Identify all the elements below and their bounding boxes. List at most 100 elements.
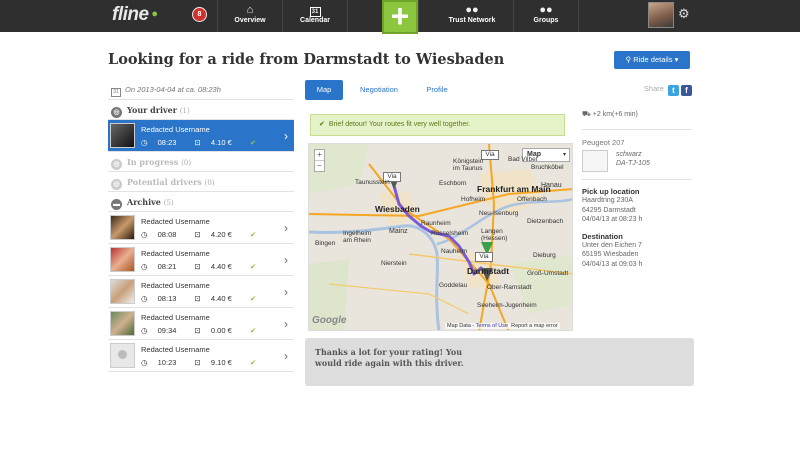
archive-row[interactable]: Redacted Username ◷ 08:21 ⊡ 4.40 € ✔ › — [108, 244, 294, 276]
avatar — [110, 247, 135, 272]
map-label: Dietzenbach — [527, 218, 564, 225]
calendar-icon: 31 — [283, 0, 347, 17]
terms-link[interactable]: Terms of Use — [476, 323, 508, 329]
add-ride-button[interactable]: + — [382, 0, 418, 34]
map-label: Königstein im Taunus — [453, 158, 484, 172]
avatar — [110, 311, 135, 336]
nav-separator — [418, 0, 419, 32]
driver-row-selected[interactable]: Redacted Username ◷ 08:23 ⊡ 4.10 € ✔ › — [108, 120, 294, 152]
check-icon: ✔ — [249, 230, 257, 239]
check-icon: ✔ — [249, 358, 257, 367]
nav-calendar[interactable]: 31 Calendar — [283, 0, 347, 32]
gear-icon[interactable]: ⚙ — [678, 6, 690, 22]
avatar — [110, 123, 135, 148]
chevron-right-icon: › — [284, 317, 288, 331]
tab-negotiation[interactable]: Negotiation — [351, 80, 407, 100]
price-icon: ⊡ — [194, 262, 201, 271]
folder-icon: ▬ — [111, 199, 122, 210]
check-icon: ✔ — [249, 326, 257, 335]
section-your-driver[interactable]: ◎ Your driver (1) — [108, 100, 294, 120]
nav-trust-network[interactable]: ●● Trust Network — [440, 0, 504, 32]
map-label-frankfurt: Frankfurt am Main — [477, 184, 551, 194]
detour-distance: ⛟ +2 km(+6 min) — [582, 108, 692, 130]
tab-profile[interactable]: Profile — [417, 80, 457, 100]
archive-row[interactable]: Redacted Username ◷ 10:23 ⊡ 9.10 € ✔ › — [108, 340, 294, 372]
nav-groups[interactable]: ●● Groups — [514, 0, 578, 32]
report-map-error-link[interactable]: Report a map error — [511, 323, 557, 329]
home-icon: ⌂ — [246, 4, 254, 16]
map-label: Bingen — [315, 240, 336, 247]
archive-row[interactable]: Redacted Username ◷ 09:34 ⊡ 0.00 € ✔ › — [108, 308, 294, 340]
ride-date: 31 On 2013-04-04 at ca. 08:23h — [108, 80, 294, 100]
check-icon: ✔ — [249, 294, 257, 303]
tab-map[interactable]: Map — [305, 80, 343, 100]
twitter-icon[interactable]: t — [668, 85, 679, 96]
avatar-placeholder-icon — [110, 343, 135, 368]
archive-row[interactable]: Redacted Username ◷ 08:08 ⊡ 4.20 € ✔ › — [108, 212, 294, 244]
chevron-right-icon: › — [284, 129, 288, 143]
chevron-right-icon: › — [284, 221, 288, 235]
map-label: Neu-Isenburg — [479, 210, 519, 217]
check-icon: ✔ — [319, 121, 325, 128]
clock-icon: ◷ — [141, 230, 148, 239]
car-icon: ⛟ — [582, 111, 591, 118]
map-label: Taunusstein — [355, 179, 390, 186]
user-avatar[interactable] — [648, 2, 674, 28]
avatar — [110, 279, 135, 304]
check-icon: ✔ — [249, 138, 257, 147]
car-placeholder-icon — [582, 150, 608, 172]
ride-details-button[interactable]: ⚲ Ride details ▾ — [614, 51, 690, 69]
map-label: Langen (Hessen) — [481, 228, 508, 242]
map-label: Dieburg — [533, 252, 556, 259]
zoom-control[interactable]: + − — [314, 149, 325, 172]
map-label: Bad Vilbel — [508, 156, 538, 163]
chevron-right-icon: › — [284, 285, 288, 299]
map-label: Hofheim — [461, 196, 486, 203]
via-marker[interactable]: Via — [481, 150, 499, 160]
google-logo: Google — [312, 315, 347, 326]
notification-badge[interactable]: 8 — [192, 7, 207, 22]
nav-overview[interactable]: ⌂ Overview — [218, 0, 282, 32]
pickup-title: Pick up location — [582, 187, 640, 196]
clock-icon: ◷ — [141, 138, 148, 147]
map-footer: Map Data - Terms of Use Report a map err… — [445, 323, 560, 329]
caret-down-icon: ▾ — [562, 152, 566, 158]
section-in-progress[interactable]: ◎ In progress (0) — [108, 152, 294, 172]
chat-icon: ◎ — [111, 179, 122, 190]
map-label-wiesbaden: Wiesbaden — [375, 204, 420, 214]
map-label: Ingelheim am Rhein — [343, 230, 372, 244]
route-map[interactable]: + − Map ▾ Via Via Via Königstein im Taunu… — [308, 143, 573, 331]
section-archive[interactable]: ▬ Archive (5) — [108, 192, 294, 212]
trust-network-icon: ●● — [465, 4, 479, 16]
map-label: Goddelau — [439, 282, 468, 289]
clock-icon: ◷ — [141, 294, 148, 303]
nav-separator — [578, 0, 579, 32]
map-label-darmstadt: Darmstadt — [467, 266, 510, 276]
rides-sidebar: 31 On 2013-04-04 at ca. 08:23h ◎ Your driv… — [108, 80, 294, 372]
zoom-in-icon[interactable]: + — [315, 150, 324, 160]
price-icon: ⊡ — [194, 358, 201, 367]
price-icon: ⊡ — [194, 294, 201, 303]
rating-message: Thanks a lot for your rating! You would … — [305, 338, 694, 386]
avatar — [110, 215, 135, 240]
handshake-icon: ◎ — [111, 159, 122, 170]
archive-row[interactable]: Redacted Username ◷ 08:13 ⊡ 4.40 € ✔ › — [108, 276, 294, 308]
price-icon: ⊡ — [194, 230, 201, 239]
top-navigation-bar: fline ● 8 ⌂ Overview 31 Calendar + ●● Tru… — [0, 0, 800, 34]
section-potential-drivers[interactable]: ◎ Potential drivers (0) — [108, 172, 294, 192]
price-icon: ⊡ — [194, 138, 201, 147]
groups-icon: ●● — [539, 4, 553, 16]
map-label: Offenbach — [517, 196, 547, 203]
page-title: Looking for a ride from Darmstadt to Wie… — [108, 51, 505, 68]
ride-info-panel: ⛟ +2 km(+6 min) Peugeot 207 schwarz DA-T… — [582, 108, 692, 269]
via-marker[interactable]: Via — [475, 252, 493, 262]
fline-logo[interactable]: fline ● — [112, 4, 158, 26]
clock-icon: ◷ — [141, 358, 148, 367]
facebook-icon[interactable]: f — [681, 85, 692, 96]
map-label: Eschborn — [439, 180, 467, 187]
route-fit-alert: ✔ Brief detour! Your routes fit very well… — [310, 114, 565, 136]
zoom-out-icon[interactable]: − — [315, 160, 324, 171]
map-label: Bruchköbel — [531, 164, 564, 171]
chevron-right-icon: › — [284, 253, 288, 267]
map-label: Raunheim — [421, 220, 451, 227]
